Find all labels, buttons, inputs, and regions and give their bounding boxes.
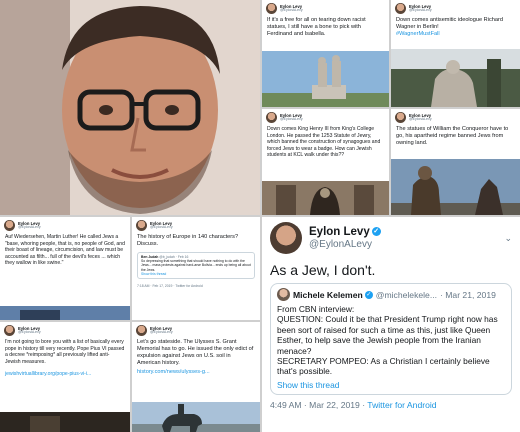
quoted-date: · Mar 21, 2019 (440, 289, 496, 300)
tweet-card-william[interactable]: Eylon Levy @EylonALevy The statues of Wi… (391, 109, 520, 215)
tweet-link[interactable]: jewishvirtuallibrary.org/pope-pius-vi-i.… (0, 370, 130, 379)
show-thread-link[interactable]: Show this thread (141, 272, 251, 276)
hashtag-link[interactable]: #WagnerMustFall (396, 31, 440, 37)
tweet-time: 4:49 AM · Mar 22, 2019 (270, 399, 360, 410)
quoted-text: From CBN interview: QUESTION: Could it b… (277, 304, 498, 377)
verified-badge-icon: ✓ (371, 227, 381, 237)
tweet-card-history-europe[interactable]: Eylon Levy @EylonALevy The history of Eu… (132, 217, 260, 320)
author-handle: @EylonALevy (18, 224, 41, 229)
statue-photo (262, 181, 389, 215)
quoted-author: Michele Kelemen (293, 289, 363, 300)
tweet-text: I'm not going to bore you with a list of… (5, 339, 125, 365)
tweet-text: Auf Wiedersehen, Martin Luther! He calle… (5, 234, 125, 266)
statue-photo (0, 306, 130, 320)
statue-photo (391, 159, 520, 215)
link-preview-image (0, 412, 130, 432)
quoted-avatar (277, 288, 290, 301)
author-handle: @EylonALevy (409, 7, 432, 12)
avatar (136, 325, 147, 336)
tweet-meta: 7:18 AM · Feb 17, 2019 · Twitter for And… (137, 284, 203, 289)
tweet-text-main: Down comes antisemitic ideologue Richard… (396, 17, 503, 30)
author-handle: @EylonALevy (150, 224, 173, 229)
avatar (4, 325, 15, 336)
tweet-card-ferdinand[interactable]: Eylon Levy @EylonALevy If it's a free fo… (262, 0, 389, 107)
author-handle: @EylonALevy (280, 116, 303, 121)
statue-photo (391, 49, 520, 107)
avatar (266, 3, 277, 14)
statue-photo (262, 51, 389, 107)
tweet-card-henry[interactable]: Eylon Levy @EylonALevy Down comes King H… (262, 109, 389, 215)
tweet-text: The history of Europe in 140 characters?… (137, 234, 239, 247)
tweet-text: The statues of William the Conqueror hav… (396, 126, 509, 146)
avatar (270, 222, 302, 254)
main-tweet-card[interactable]: Eylon Levy ✓ @EylonALevy ⌄ As a Jew, I do… (262, 217, 520, 432)
avatar (395, 3, 406, 14)
show-thread-link[interactable]: Show this thread (277, 380, 505, 390)
tweet-text: Down comes antisemitic ideologue Richard… (391, 16, 520, 39)
tweet-card-grant[interactable]: Eylon Levy @EylonALevy Let's go statesid… (132, 322, 260, 432)
tweet-text: Let's go stateside. The Ulysses S. Grant… (137, 339, 254, 366)
tweet-source-link[interactable]: Twitter for Android (367, 400, 436, 410)
author-handle: @EylonALevy (150, 329, 173, 334)
author-handle: @EylonALevy (409, 116, 432, 121)
portrait-illustration (0, 0, 260, 215)
quoted-handle: @michelekele... (375, 289, 437, 300)
statue-photo (132, 402, 260, 432)
tweet-text: Down comes King Henry III from King's Co… (267, 126, 381, 158)
avatar (266, 112, 277, 123)
avatar (395, 112, 406, 123)
chevron-down-icon[interactable]: ⌄ (504, 233, 512, 244)
quoted-tweet[interactable]: Ben Judah @b_judah · Feb 16 So depressin… (137, 252, 255, 280)
author-handle: @EylonALevy (18, 329, 41, 334)
portrait-photo (0, 0, 260, 215)
quoted-text: So depressing that something that should… (141, 259, 251, 272)
tweet-card-luther[interactable]: Eylon Levy @EylonALevy Auf Wiedersehen, … (0, 217, 130, 320)
main-tweet-text: As a Jew, I don't. (270, 262, 376, 278)
avatar (4, 220, 15, 231)
tweet-text: If it's a free for all on tearing down r… (267, 17, 366, 37)
author-name: Eylon Levy (309, 225, 370, 238)
tweet-card-popes[interactable]: Eylon Levy @EylonALevy I'm not going to … (0, 322, 130, 432)
tweet-card-wagner[interactable]: Eylon Levy @EylonALevy Down comes antise… (391, 0, 520, 107)
verified-badge-icon: ✓ (364, 290, 373, 299)
author-handle: @EylonALevy (280, 7, 303, 12)
tweet-meta: 4:49 AM · Mar 22, 2019 · Twitter for And… (270, 399, 437, 410)
avatar (136, 220, 147, 231)
quoted-tweet[interactable]: Michele Kelemen ✓ @michelekele... · Mar … (270, 283, 512, 395)
tweet-link[interactable]: history.com/news/ulysses-g... (132, 368, 260, 377)
author-handle: @EylonALevy (309, 238, 372, 250)
